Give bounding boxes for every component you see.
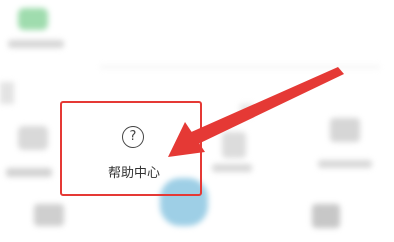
blurred-app-icon (312, 204, 340, 228)
blurred-app-icon (222, 132, 246, 158)
highlight-box (60, 101, 202, 196)
blurred-app-icon (18, 126, 48, 150)
blurred-label (318, 160, 372, 168)
blurred-edge-block (0, 82, 14, 104)
blurred-block (240, 104, 254, 116)
blurred-app-icon (330, 118, 360, 142)
blurred-divider (100, 66, 380, 68)
blurred-label (8, 40, 64, 48)
blurred-label (6, 168, 52, 177)
blurred-app-icon-green (18, 8, 48, 30)
blurred-label (212, 164, 252, 172)
blurred-app-icon (34, 204, 64, 226)
